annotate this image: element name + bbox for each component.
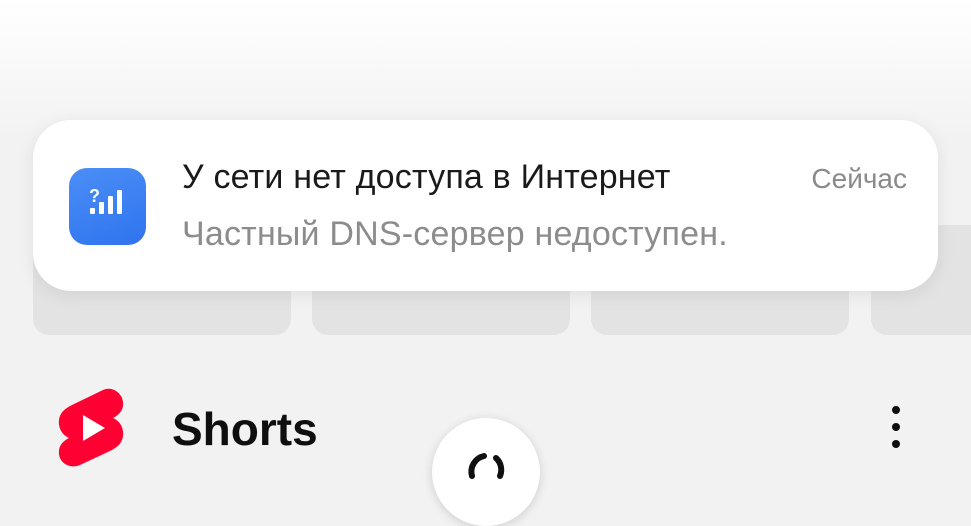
more-vertical-icon[interactable] [876,402,916,454]
shorts-title: Shorts [172,403,318,455]
loading-spinner-icon [432,418,540,526]
notification-time: Сейчас [811,163,907,194]
signal-question-icon: ? [69,168,146,245]
notification-body: Частный DNS-сервер недоступен. [182,215,728,253]
more-dot [892,423,900,431]
network-notification[interactable]: ? У сети нет доступа в Интернет Сейчас Ч… [33,120,938,291]
more-dot [892,406,900,414]
notification-title: У сети нет доступа в Интернет [182,158,671,196]
youtube-shorts-icon [56,386,126,468]
more-dot [892,440,900,448]
svg-text:?: ? [89,186,100,206]
